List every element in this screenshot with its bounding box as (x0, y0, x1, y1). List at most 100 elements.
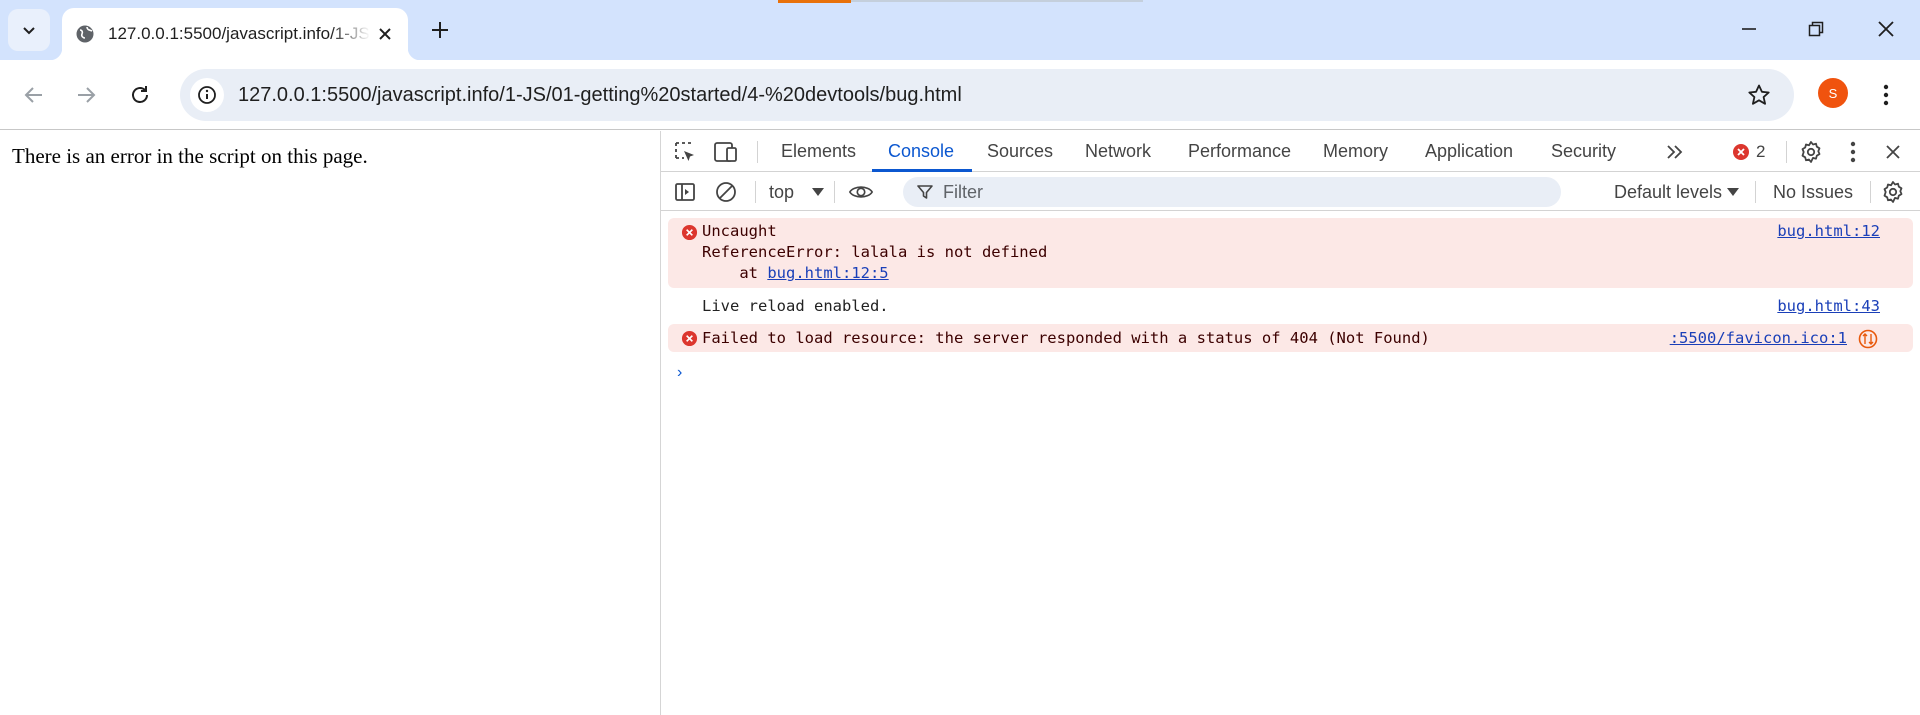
tab-performance[interactable]: Performance (1188, 131, 1291, 172)
inspect-icon (675, 142, 694, 161)
error-text: Failed to load resource: the server resp… (702, 329, 1430, 347)
arrow-right-icon (78, 87, 96, 103)
error-count: 2 (1756, 142, 1766, 161)
sidebar-icon (675, 183, 695, 201)
live-expression-button[interactable] (848, 179, 874, 205)
console-error-message[interactable]: Failed to load resource: the server resp… (668, 324, 1913, 352)
profile-avatar[interactable]: S (1818, 78, 1848, 108)
kebab-menu-icon (1850, 141, 1856, 163)
filter-icon (917, 185, 933, 199)
context-label: top (769, 182, 795, 202)
restore-button[interactable] (1794, 10, 1838, 48)
log-text: Live reload enabled. (702, 297, 889, 315)
minimize-icon (1742, 28, 1756, 30)
devtools-tab-bar: Elements Console Sources Network Perform… (661, 131, 1920, 172)
info-icon (198, 86, 216, 104)
filter-placeholder: Filter (943, 181, 983, 202)
toolbar-divider (834, 181, 835, 203)
more-tabs-button[interactable] (1662, 139, 1688, 165)
error-circle-icon (680, 329, 698, 347)
error-circle-icon (1733, 144, 1749, 160)
forward-button[interactable] (68, 77, 104, 113)
eye-icon (848, 186, 874, 198)
back-button[interactable] (16, 77, 52, 113)
site-info-button[interactable] (190, 78, 224, 112)
browser-menu-button[interactable] (1873, 77, 1899, 113)
issues-counter[interactable]: No Issues (1773, 182, 1853, 203)
tab-search-button[interactable] (8, 9, 50, 51)
tab-network[interactable]: Network (1085, 131, 1151, 172)
browser-toolbar: 127.0.0.1:5500/javascript.info/1-JS/01-g… (0, 60, 1920, 130)
toolbar-divider (755, 181, 756, 203)
log-levels-label: Default levels (1614, 182, 1723, 202)
tab-application[interactable]: Application (1425, 131, 1513, 172)
console-settings-button[interactable] (1880, 179, 1906, 205)
chevron-down-icon (23, 27, 35, 35)
globe-icon (74, 23, 96, 45)
tab-title: 127.0.0.1:5500/javascript.info/1-JS/01-g… (108, 24, 370, 43)
toolbar-divider (1755, 181, 1756, 203)
console-error-message[interactable]: Uncaught ReferenceError: lalala is not d… (668, 218, 1913, 288)
log-levels-dropdown[interactable]: Default levels (1614, 182, 1740, 203)
source-link[interactable]: bug.html:43 (1777, 296, 1880, 316)
stack-frame: at bug.html:12:5 (702, 263, 888, 283)
clear-icon (716, 182, 736, 202)
network-request-icon[interactable] (1858, 329, 1878, 353)
source-link[interactable]: :5500/favicon.ico:1 (1670, 328, 1847, 348)
toolbar-divider (1870, 181, 1871, 203)
kebab-menu-icon (1883, 84, 1889, 106)
url-text[interactable]: 127.0.0.1:5500/javascript.info/1-JS/01-g… (238, 84, 962, 107)
active-tab-indicator (872, 169, 972, 172)
settings-button[interactable] (1798, 139, 1824, 165)
console-toolbar: top Filter Default levels No Issues (661, 173, 1920, 211)
tab-elements[interactable]: Elements (781, 131, 856, 172)
close-icon (1878, 21, 1894, 37)
close-window-button[interactable] (1864, 10, 1908, 48)
chevron-double-right-icon (1667, 145, 1683, 159)
browser-tab[interactable]: 127.0.0.1:5500/javascript.info/1-JS/01-g… (62, 8, 408, 60)
device-toolbar-button[interactable] (713, 139, 739, 165)
reload-button[interactable] (122, 77, 158, 113)
show-sidebar-button[interactable] (672, 179, 698, 205)
reload-icon (132, 86, 148, 103)
console-log-message[interactable]: Live reload enabled. bug.html:43 (668, 292, 1913, 320)
clear-console-button[interactable] (713, 179, 739, 205)
star-icon (1748, 84, 1770, 105)
error-counter[interactable]: 2 (1732, 142, 1765, 162)
tab-strip-divider (851, 0, 1143, 2)
plus-icon (432, 22, 448, 38)
tab-security[interactable]: Security (1551, 131, 1616, 172)
gear-icon (1801, 141, 1821, 163)
stack-frame-link[interactable]: bug.html:12:5 (767, 264, 888, 282)
source-link[interactable]: bug.html:12 (1777, 221, 1880, 241)
tab-console[interactable]: Console (888, 131, 954, 172)
error-title: Uncaught (702, 222, 777, 240)
minimize-button[interactable] (1727, 10, 1771, 48)
restore-icon (1808, 21, 1824, 37)
devtools-menu-button[interactable] (1840, 139, 1866, 165)
close-tab-icon[interactable] (372, 21, 398, 47)
console-filter-input[interactable]: Filter (903, 177, 1561, 207)
gear-icon (1883, 181, 1903, 203)
inspect-element-button[interactable] (672, 139, 698, 165)
close-icon (1886, 145, 1900, 159)
new-tab-button[interactable] (424, 14, 456, 46)
bookmark-button[interactable] (1746, 82, 1772, 108)
loading-indicator (778, 0, 851, 3)
tab-memory[interactable]: Memory (1323, 131, 1388, 172)
console-prompt[interactable]: › (677, 364, 682, 382)
page-text: There is an error in the script on this … (12, 144, 368, 168)
context-selector[interactable]: top (769, 182, 825, 203)
toolbar-divider (757, 141, 758, 163)
caret-down-icon (812, 187, 825, 196)
device-icon (714, 142, 737, 162)
devtools-panel: Elements Console Sources Network Perform… (661, 131, 1920, 715)
page-viewport: There is an error in the script on this … (0, 131, 660, 715)
toolbar-divider (1786, 141, 1787, 163)
title-bar: 127.0.0.1:5500/javascript.info/1-JS/01-g… (0, 0, 1920, 60)
caret-down-icon (1727, 187, 1740, 196)
tab-sources[interactable]: Sources (987, 131, 1053, 172)
arrow-left-icon (24, 87, 42, 103)
close-devtools-button[interactable] (1880, 139, 1906, 165)
address-bar[interactable]: 127.0.0.1:5500/javascript.info/1-JS/01-g… (180, 69, 1794, 121)
